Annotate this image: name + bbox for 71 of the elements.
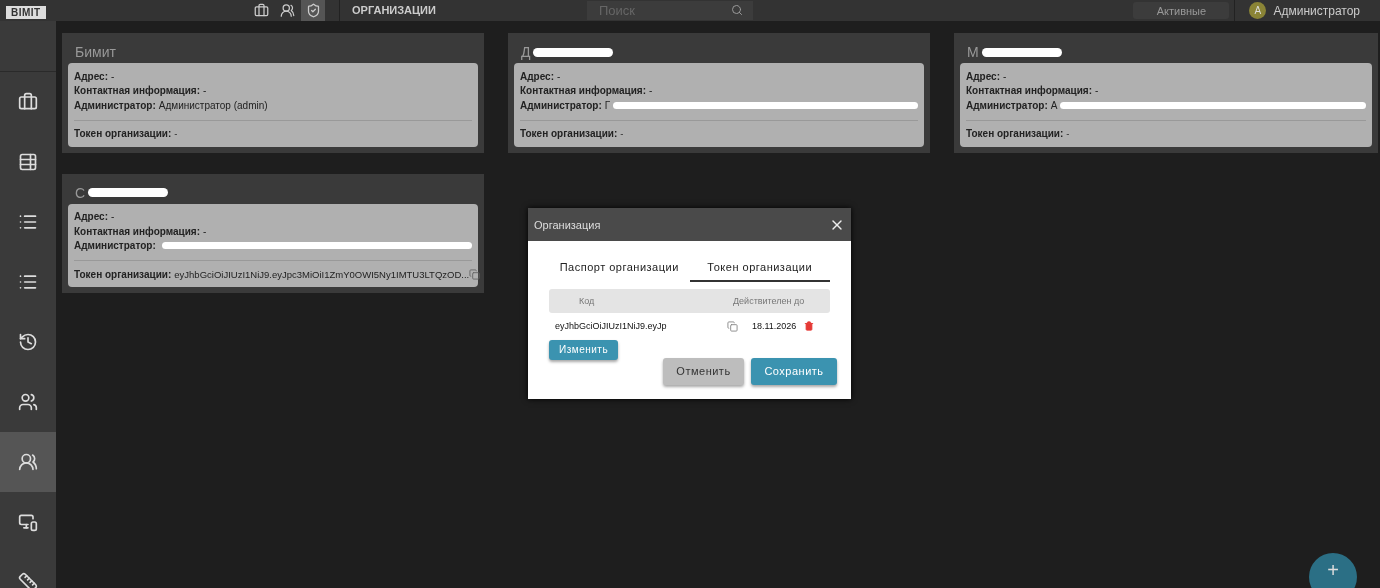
column-header: Код xyxy=(579,296,596,306)
token-value: - xyxy=(1066,128,1070,139)
column-header: Действителен до xyxy=(733,296,805,306)
field-value: Администратор (admin) xyxy=(158,99,268,111)
organization-name: Бимит xyxy=(75,44,116,60)
user-name[interactable]: Администратор xyxy=(1273,3,1360,18)
shield-icon xyxy=(305,3,321,18)
field-value: - xyxy=(649,85,653,97)
field-label: Контактная информация: xyxy=(966,85,1092,97)
field-label: Контактная информация: xyxy=(74,85,200,97)
field-label: Токен организации: xyxy=(74,128,172,139)
briefcase-icon xyxy=(18,92,38,112)
token-value: eyJhbGciOiJIUzI1NiJ9.eyJpc3MiOiI1ZmY0OWI5Ny1IMTU3LTQzOD... xyxy=(174,268,470,280)
token-value: - xyxy=(174,128,178,139)
list-icon xyxy=(18,272,38,292)
field-label: Адрес: xyxy=(74,211,108,223)
search-icon xyxy=(730,4,743,16)
tab[interactable]: Паспорт организации xyxy=(549,259,690,282)
field-label: Администратор: xyxy=(966,99,1048,111)
group-icon xyxy=(279,3,295,18)
organization-card[interactable]: Бимит Адрес: - Контактная информация: - Администратор: Администратор (admin) Токен организации: - xyxy=(62,33,484,153)
field-label: Адрес: xyxy=(520,70,554,82)
change-button[interactable]: Изменить xyxy=(549,339,619,360)
briefcase-icon xyxy=(253,3,269,18)
save-button[interactable]: Сохранить xyxy=(751,357,837,385)
field-label: Токен организации: xyxy=(74,268,172,280)
expiry-date: 18.11.2026 xyxy=(752,321,797,331)
field-label: Адрес: xyxy=(74,70,108,82)
table-icon xyxy=(18,152,38,172)
organization-name: М xyxy=(967,44,979,60)
dialog-title: Организация xyxy=(534,218,601,231)
page-title: ОРГАНИЗАЦИИ xyxy=(339,0,436,21)
copy-icon[interactable] xyxy=(469,268,481,280)
field-label: Токен организации: xyxy=(966,128,1064,139)
field-label: Администратор: xyxy=(74,240,156,252)
group-icon xyxy=(18,452,38,472)
logo: BIMIT xyxy=(6,5,46,19)
field-label: Адрес: xyxy=(966,70,1000,82)
field-value: - xyxy=(557,70,561,82)
field-label: Токен организации: xyxy=(520,128,618,139)
organization-card[interactable]: Д Адрес: - Контактная информация: - Администратор: Г Токен организации: - xyxy=(508,33,930,153)
organization-name: С xyxy=(75,184,86,201)
field-value: А xyxy=(1050,99,1058,111)
field-value: - xyxy=(1095,85,1099,97)
filter-button[interactable]: Активные xyxy=(1133,2,1230,19)
organization-card[interactable]: М Адрес: - Контактная информация: - Администратор: А Токен организации: - xyxy=(954,33,1378,153)
field-label: Администратор: xyxy=(74,99,156,111)
devices-icon xyxy=(18,512,38,532)
field-value: - xyxy=(111,70,115,82)
add-button[interactable]: + xyxy=(1309,553,1357,588)
sidebar-item[interactable] xyxy=(0,432,56,492)
field-value: - xyxy=(111,211,115,223)
ruler-icon xyxy=(18,572,38,588)
field-value: - xyxy=(203,85,207,97)
organization-card[interactable]: С Адрес: - Контактная информация: - Администратор: Токен организации: eyJhbGciOiJIUzI1NiJ9.eyJpc3MiOiI1ZmY0OWI5Ny1IMTU3LTQzOD... xyxy=(62,173,484,293)
delete-icon[interactable] xyxy=(804,321,815,331)
field-label: Контактная информация: xyxy=(520,85,646,97)
people-icon xyxy=(18,392,38,412)
cancel-button[interactable]: Отменить xyxy=(663,357,744,385)
field-label: Администратор: xyxy=(520,99,602,111)
field-value: - xyxy=(1003,70,1007,82)
history-icon xyxy=(18,332,38,352)
field-value: Г xyxy=(604,99,611,111)
token-value: - xyxy=(620,128,624,139)
list-icon xyxy=(18,212,38,232)
token-code: eyJhbGciOiJIUzI1NiJ9.eyJp xyxy=(555,321,668,331)
tab[interactable]: Токен организации xyxy=(689,259,830,282)
toolbar-button[interactable] xyxy=(301,0,325,21)
field-label: Контактная информация: xyxy=(74,225,200,237)
field-value: - xyxy=(203,225,207,237)
organization-name: Д xyxy=(521,44,531,60)
